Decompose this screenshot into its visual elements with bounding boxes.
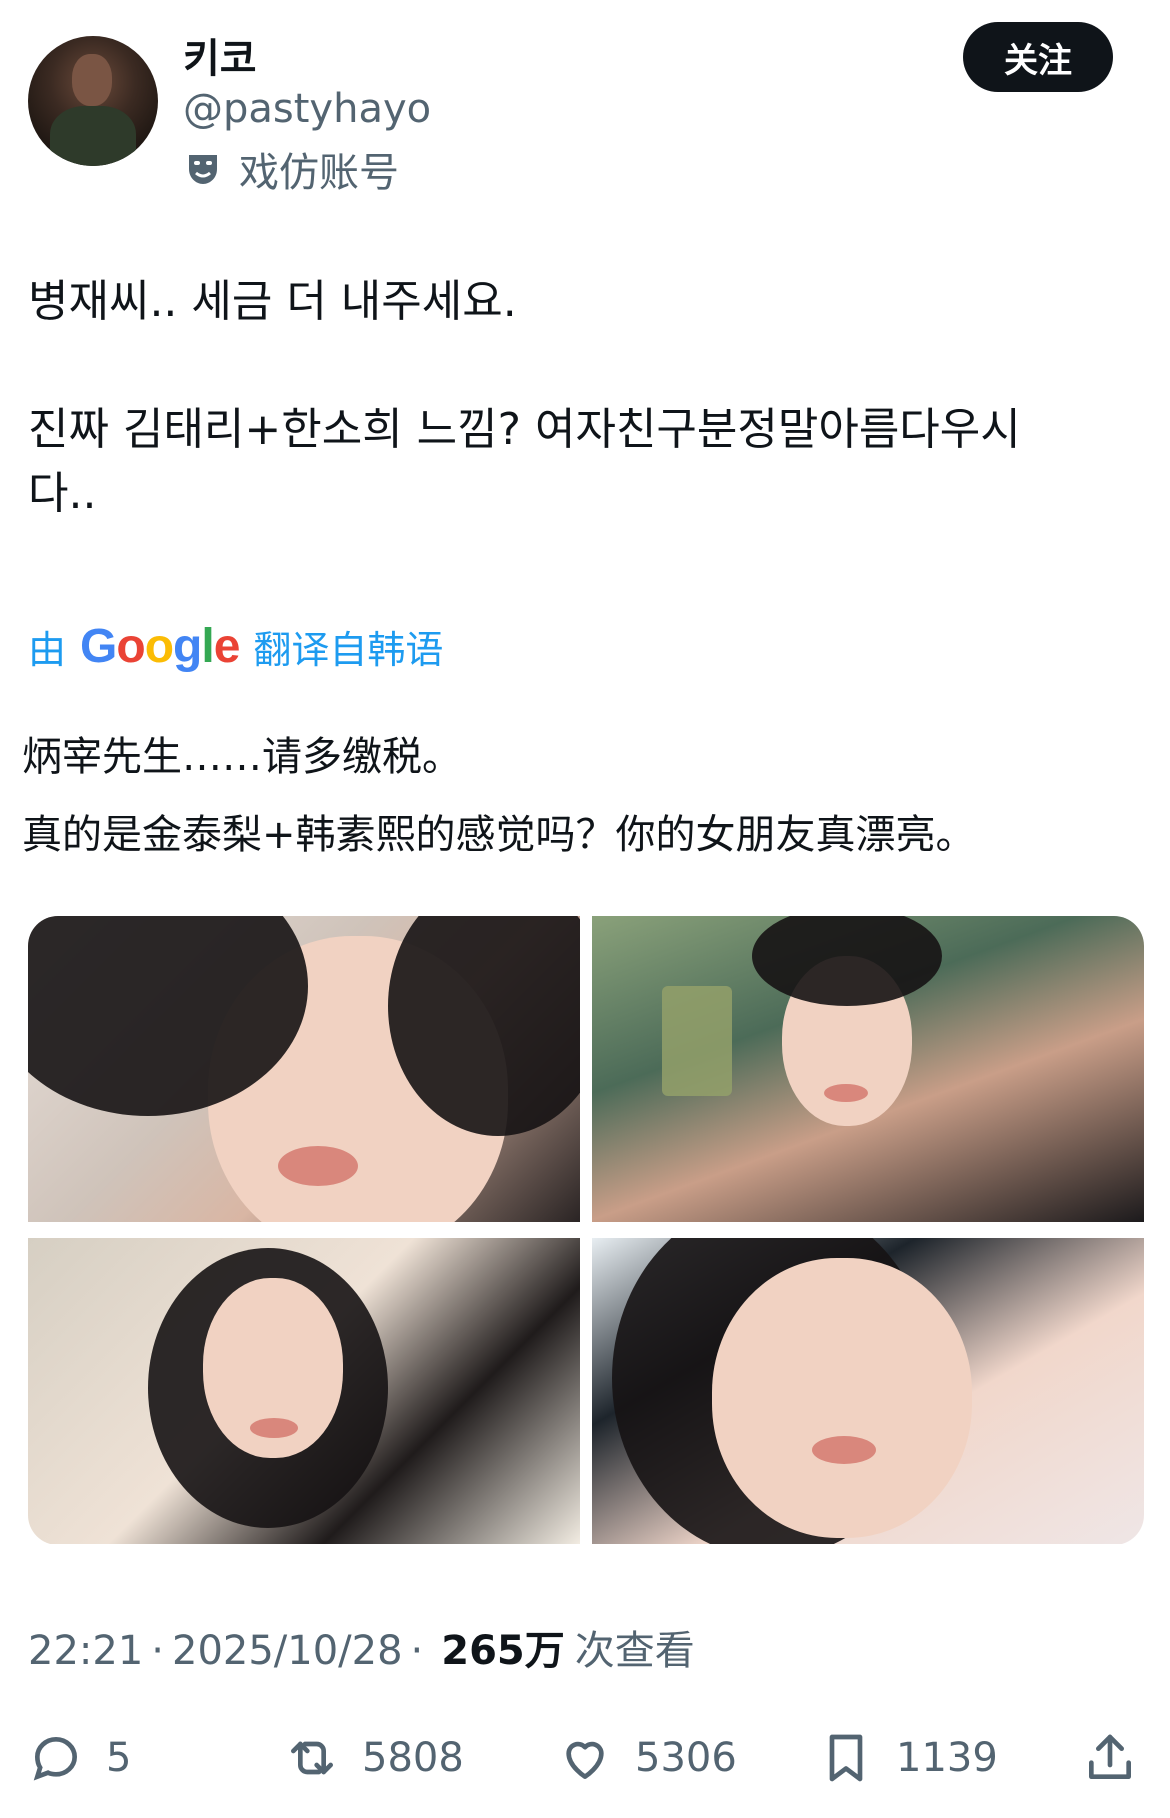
display-name[interactable]: 키코: [183, 26, 257, 84]
repost-button[interactable]: 5808: [284, 1718, 464, 1798]
avatar-body: [50, 106, 136, 166]
drink-cup: [662, 986, 732, 1096]
face-shape: [712, 1258, 972, 1538]
theater-mask-icon: [189, 155, 217, 184]
bookmark-count: 1139: [896, 1735, 998, 1781]
hair-shape: [752, 916, 942, 1006]
translate-suffix: 翻译自韩语: [253, 627, 444, 672]
user-handle[interactable]: @pastyhayo: [183, 86, 431, 132]
view-count: 265万: [441, 1628, 565, 1674]
like-count: 5306: [635, 1735, 737, 1781]
media-grid: [28, 916, 1144, 1545]
share-button[interactable]: [1082, 1718, 1138, 1798]
meta-separator: ·: [151, 1628, 164, 1674]
like-button[interactable]: 5306: [557, 1718, 737, 1798]
tweet-time[interactable]: 22:21: [28, 1628, 143, 1674]
tweet-text: 병재씨.. 세금 더 내주세요. 진짜 김태리+한소희 느낌? 여자친구분정말아…: [28, 276, 1021, 519]
share-icon: [1089, 1734, 1131, 1779]
like-icon: [566, 1741, 604, 1779]
media-image-1[interactable]: [28, 916, 580, 1222]
translated-text: 炳宰先生……请多缴税。 真的是金泰梨+韩素熙的感觉吗？你的女朋友真漂亮。: [22, 734, 976, 858]
repost-count: 5808: [362, 1735, 464, 1781]
lip-shape: [824, 1084, 868, 1102]
action-bar: 5 5808 5306 1139: [0, 1718, 1170, 1798]
bookmark-icon: [829, 1734, 863, 1782]
media-image-4[interactable]: [592, 1238, 1144, 1544]
media-image-3[interactable]: [28, 1238, 580, 1544]
google-logo: Google: [80, 619, 240, 673]
avatar[interactable]: [28, 36, 158, 166]
lip-shape: [278, 1146, 358, 1186]
parody-account-label: 戏仿账号: [183, 145, 399, 196]
repost-icon: [291, 1741, 333, 1775]
tweet-meta: 22:21 · 2025/10/28 · 265万 次查看: [28, 1618, 695, 1676]
parody-label-text: 戏仿账号: [239, 150, 399, 196]
bookmark-button[interactable]: 1139: [818, 1718, 998, 1798]
lip-shape: [812, 1436, 876, 1464]
reply-icon: [33, 1736, 78, 1781]
reply-count: 5: [106, 1735, 132, 1781]
tweet-date[interactable]: 2025/10/28: [172, 1628, 403, 1674]
translation-attribution[interactable]: 由 Google 翻译自韩语: [28, 616, 443, 676]
media-image-2[interactable]: [592, 916, 1144, 1222]
avatar-face: [72, 54, 112, 106]
reply-button[interactable]: 5: [28, 1718, 131, 1798]
view-count-label: 次查看: [574, 1628, 695, 1674]
lip-shape: [250, 1418, 298, 1438]
translate-prefix: 由: [28, 627, 67, 672]
follow-button[interactable]: 关注: [963, 22, 1113, 92]
meta-separator: ·: [410, 1628, 424, 1674]
